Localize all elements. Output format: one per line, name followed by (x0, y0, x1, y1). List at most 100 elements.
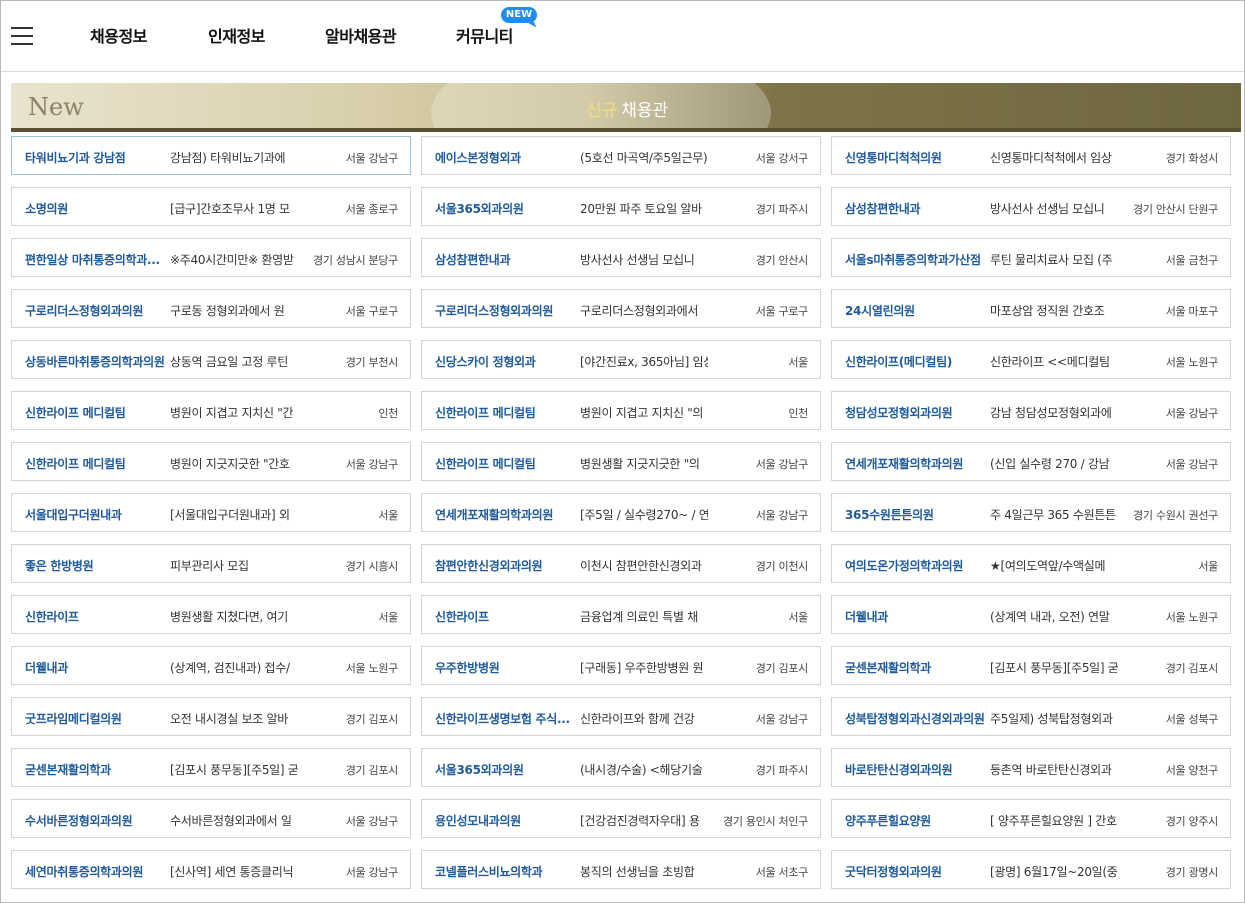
job-card-company: 연세개포재활의학과의원 (845, 457, 964, 471)
nav-community[interactable]: 커뮤니티 (456, 23, 513, 47)
job-card[interactable]: 연세개포재활의학과의원 (신입 실수령 270 / 강남 서울 강남구 (831, 442, 1231, 481)
job-card[interactable]: 용인성모내과의원 [건강검진경력자우대] 용 경기 용인시 처인구 (421, 799, 821, 838)
job-card-title: ※주40시간미만※ 환영받 (170, 253, 294, 267)
job-card[interactable]: 소명의원 [급구]간호조무사 1명 모 서울 종로구 (11, 187, 411, 226)
job-card[interactable]: 신당스카이 정형외과 [야간진료x, 365아님] 임상 서울 (421, 340, 821, 379)
job-card[interactable]: 서울365외과의원 20만원 파주 토요일 알바 경기 파주시 (421, 187, 821, 226)
job-card[interactable]: 신한라이프(메디컬팀) 신한라이프 <<메디컬팀 서울 노원구 (831, 340, 1231, 379)
banner-highlight: 신규 (586, 101, 618, 121)
job-card-company: 용인성모내과의원 (435, 814, 521, 828)
job-card[interactable]: 좋은 한방병원 피부관리사 모집 경기 시흥시 (11, 544, 411, 583)
job-card[interactable]: 연세개포재활의학과의원 [주5일 / 실수령270~ / 연 서울 강남구 (421, 493, 821, 532)
job-card[interactable]: 서울s마취통증의학과가산점 루틴 물리치료사 모집 (주 서울 금천구 (831, 238, 1231, 277)
job-card[interactable]: 삼성참편한내과 방사선사 선생님 모십니 경기 안산시 (421, 238, 821, 277)
job-card[interactable]: 여의도온가정의학과의원 ★[여의도역앞/수액실메 서울 (831, 544, 1231, 583)
job-card-company: 굿프라임메디컬의원 (25, 712, 122, 726)
job-card-company: 굳센본재활의학과 (25, 763, 111, 777)
job-card[interactable]: 신한라이프생명보험 주식... 신한라이프와 함께 건강 서울 강남구 (421, 697, 821, 736)
job-card-title: 수서바른정형외과에서 일 (170, 814, 292, 828)
job-card[interactable]: 신영통마디척척의원 신영통마디척척에서 임상 경기 화성시 (831, 136, 1231, 175)
job-card-company: 굳센본재활의학과 (845, 661, 931, 675)
job-card[interactable]: 수서바른정형외과의원 수서바른정형외과에서 일 서울 강남구 (11, 799, 411, 838)
job-card-company: 신한라이프 메디컬팀 (25, 457, 126, 471)
job-card-title: 구로동 정형외과에서 원 (170, 304, 285, 318)
job-card-company: 서울365외과의원 (435, 202, 524, 216)
job-card-company: 신한라이프 메디컬팀 (25, 406, 126, 420)
job-card[interactable]: 바로탄탄신경외과의원 등촌역 바로탄탄신경외과 서울 양천구 (831, 748, 1231, 787)
job-card[interactable]: 신한라이프 병원생활 지쳤다면, 여기 서울 (11, 595, 411, 634)
job-card[interactable]: 더웰내과 (상계역 내과, 오전) 연말 서울 노원구 (831, 595, 1231, 634)
job-card-company: 바로탄탄신경외과의원 (845, 763, 953, 777)
job-card-location: 경기 김포시 (345, 713, 399, 726)
job-card-title: ★[여의도역앞/수액실메 (990, 559, 1106, 573)
job-card[interactable]: 상동바른마취통증의학과의원 상동역 금요일 고정 루틴 경기 부천시 (11, 340, 411, 379)
job-card[interactable]: 신한라이프 메디컬팀 병원이 지겹고 지치신 "의 인천 (421, 391, 821, 430)
job-card[interactable]: 성북탑정형외과신경외과의원 주5일제) 성북탑정형외과 서울 성북구 (831, 697, 1231, 736)
job-card[interactable]: 신한라이프 금융업계 의료인 특별 채 서울 (421, 595, 821, 634)
new-badge: NEW (501, 7, 537, 23)
job-card[interactable]: 구로리더스정형외과의원 구로리더스정형외과에서 서울 구로구 (421, 289, 821, 328)
job-card[interactable]: 서울대입구더원내과 [서울대입구더원내과] 외 서울 (11, 493, 411, 532)
job-card[interactable]: 서울365외과의원 (내시경/수술) <해당기술 경기 파주시 (421, 748, 821, 787)
job-card-location: 경기 화성시 (1165, 152, 1219, 165)
job-card[interactable]: 타워비뇨기과 강남점 강남점) 타워비뇨기과에 서울 강남구 (11, 136, 411, 175)
job-card-company: 서울365외과의원 (435, 763, 524, 777)
job-card[interactable]: 굿프라임메디컬의원 오전 내시경실 보조 알바 경기 김포시 (11, 697, 411, 736)
job-card-location: 서울 강남구 (1165, 458, 1219, 471)
job-card[interactable]: 에이스본정형외과 (5호선 마곡역/주5일근무) 서울 강서구 (421, 136, 821, 175)
job-card-title: 신한라이프 <<메디컬팀 (990, 355, 1110, 369)
job-card[interactable]: 편한일상 마취통증의학과... ※주40시간미만※ 환영받 경기 성남시 분당구 (11, 238, 411, 277)
job-card[interactable]: 신한라이프 메디컬팀 병원이 지겹고 지치신 "간 인천 (11, 391, 411, 430)
nav-talent-info[interactable]: 인재정보 (208, 23, 265, 47)
job-card[interactable]: 365수원튼튼의원 주 4일근무 365 수원튼튼 경기 수원시 권선구 (831, 493, 1231, 532)
job-card[interactable]: 삼성참편한내과 방사선사 선생님 모십니 경기 안산시 단원구 (831, 187, 1231, 226)
job-card-location: 경기 안산시 (755, 254, 809, 267)
job-card[interactable]: 굿닥터정형외과의원 [광명] 6월17일~20일(중 4 경기 광명시 (831, 850, 1231, 889)
job-card[interactable]: 세연마취통증의학과의원 [신사역] 세연 통증클리닉 서울 강남구 (11, 850, 411, 889)
job-card-title: (5호선 마곡역/주5일근무) (580, 151, 708, 165)
job-card[interactable]: 24시열린의원 마포상암 정직원 간호조 서울 마포구 (831, 289, 1231, 328)
job-card[interactable]: 양주푸른힐요양원 [ 양주푸른힐요양원 ] 간호 경기 양주시 (831, 799, 1231, 838)
job-card-title: 강남 청담성모정형외과에 (990, 406, 1112, 420)
job-card-location: 경기 김포시 (345, 764, 399, 777)
job-card[interactable]: 굳센본재활의학과 [김포시 풍무동][주5일] 굳 경기 김포시 (831, 646, 1231, 685)
job-card[interactable]: 신한라이프 메디컬팀 병원생활 지긋지긋한 "의 서울 강남구 (421, 442, 821, 481)
job-card-title: 병원생활 지쳤다면, 여기 (170, 610, 288, 624)
job-card[interactable]: 굳센본재활의학과 [김포시 풍무동][주5일] 굳 경기 김포시 (11, 748, 411, 787)
nav-part-time[interactable]: 알바채용관 (325, 23, 397, 47)
job-card[interactable]: 우주한방병원 [구래동] 우주한방병원 원 경기 김포시 (421, 646, 821, 685)
job-card-company: 신한라이프 메디컬팀 (435, 406, 536, 420)
job-card-company: 365수원튼튼의원 (845, 508, 934, 522)
job-card-location: 경기 광명시 (1165, 866, 1219, 879)
job-card-location: 서울 종로구 (345, 203, 399, 216)
job-card-location: 서울 마포구 (1165, 305, 1219, 318)
job-card[interactable]: 신한라이프 메디컬팀 병원이 지긋지긋한 "간호 서울 강남구 (11, 442, 411, 481)
job-card-location: 서울 (378, 611, 398, 624)
job-card[interactable]: 구로리더스정형외과의원 구로동 정형외과에서 원 서울 구로구 (11, 289, 411, 328)
job-card-title: 루틴 물리치료사 모집 (주 (990, 253, 1113, 267)
job-card-company: 서울s마취통증의학과가산점 (845, 253, 981, 267)
job-card-company: 구로리더스정형외과의원 (435, 304, 554, 318)
job-card-title: 주5일제) 성북탑정형외과 (990, 712, 1113, 726)
job-card-location: 서울 서초구 (755, 866, 809, 879)
job-card-title: [김포시 풍무동][주5일] 굳 (990, 661, 1118, 675)
job-card-location: 서울 강남구 (345, 152, 399, 165)
menu-icon[interactable] (11, 27, 33, 45)
job-card-title: 20만원 파주 토요일 알바 (580, 202, 702, 216)
job-card-title: [ 양주푸른힐요양원 ] 간호 (990, 814, 1117, 828)
job-card[interactable]: 더웰내과 (상계역, 검진내과) 접수/서울 노원구 (11, 646, 411, 685)
job-card-title: [주5일 / 실수령270~ / 연 (580, 508, 708, 522)
job-card-title: 이천시 참편안한신경외과 (580, 559, 702, 573)
job-card-company: 좋은 한방병원 (25, 559, 94, 573)
nav-job-info[interactable]: 채용정보 (90, 23, 147, 47)
banner-new-label: New (28, 93, 84, 121)
job-card-location: 서울 강남구 (1165, 407, 1219, 420)
job-card[interactable]: 코넬플러스비뇨의학과 봉직의 선생님을 초빙합 서울 서초구 (421, 850, 821, 889)
job-card-location: 경기 수원시 권선구 (1133, 509, 1218, 522)
job-card-title: [신사역] 세연 통증클리닉 (170, 865, 294, 879)
job-card[interactable]: 참편안한신경외과의원 이천시 참편안한신경외과 경기 이천시 (421, 544, 821, 583)
job-card-location: 서울 강남구 (755, 509, 809, 522)
job-card-company: 신한라이프 (25, 610, 79, 624)
job-card[interactable]: 청담성모정형외과의원 강남 청담성모정형외과에 서울 강남구 (831, 391, 1231, 430)
job-card-title: (상계역 내과, 오전) 연말 (990, 610, 1110, 624)
